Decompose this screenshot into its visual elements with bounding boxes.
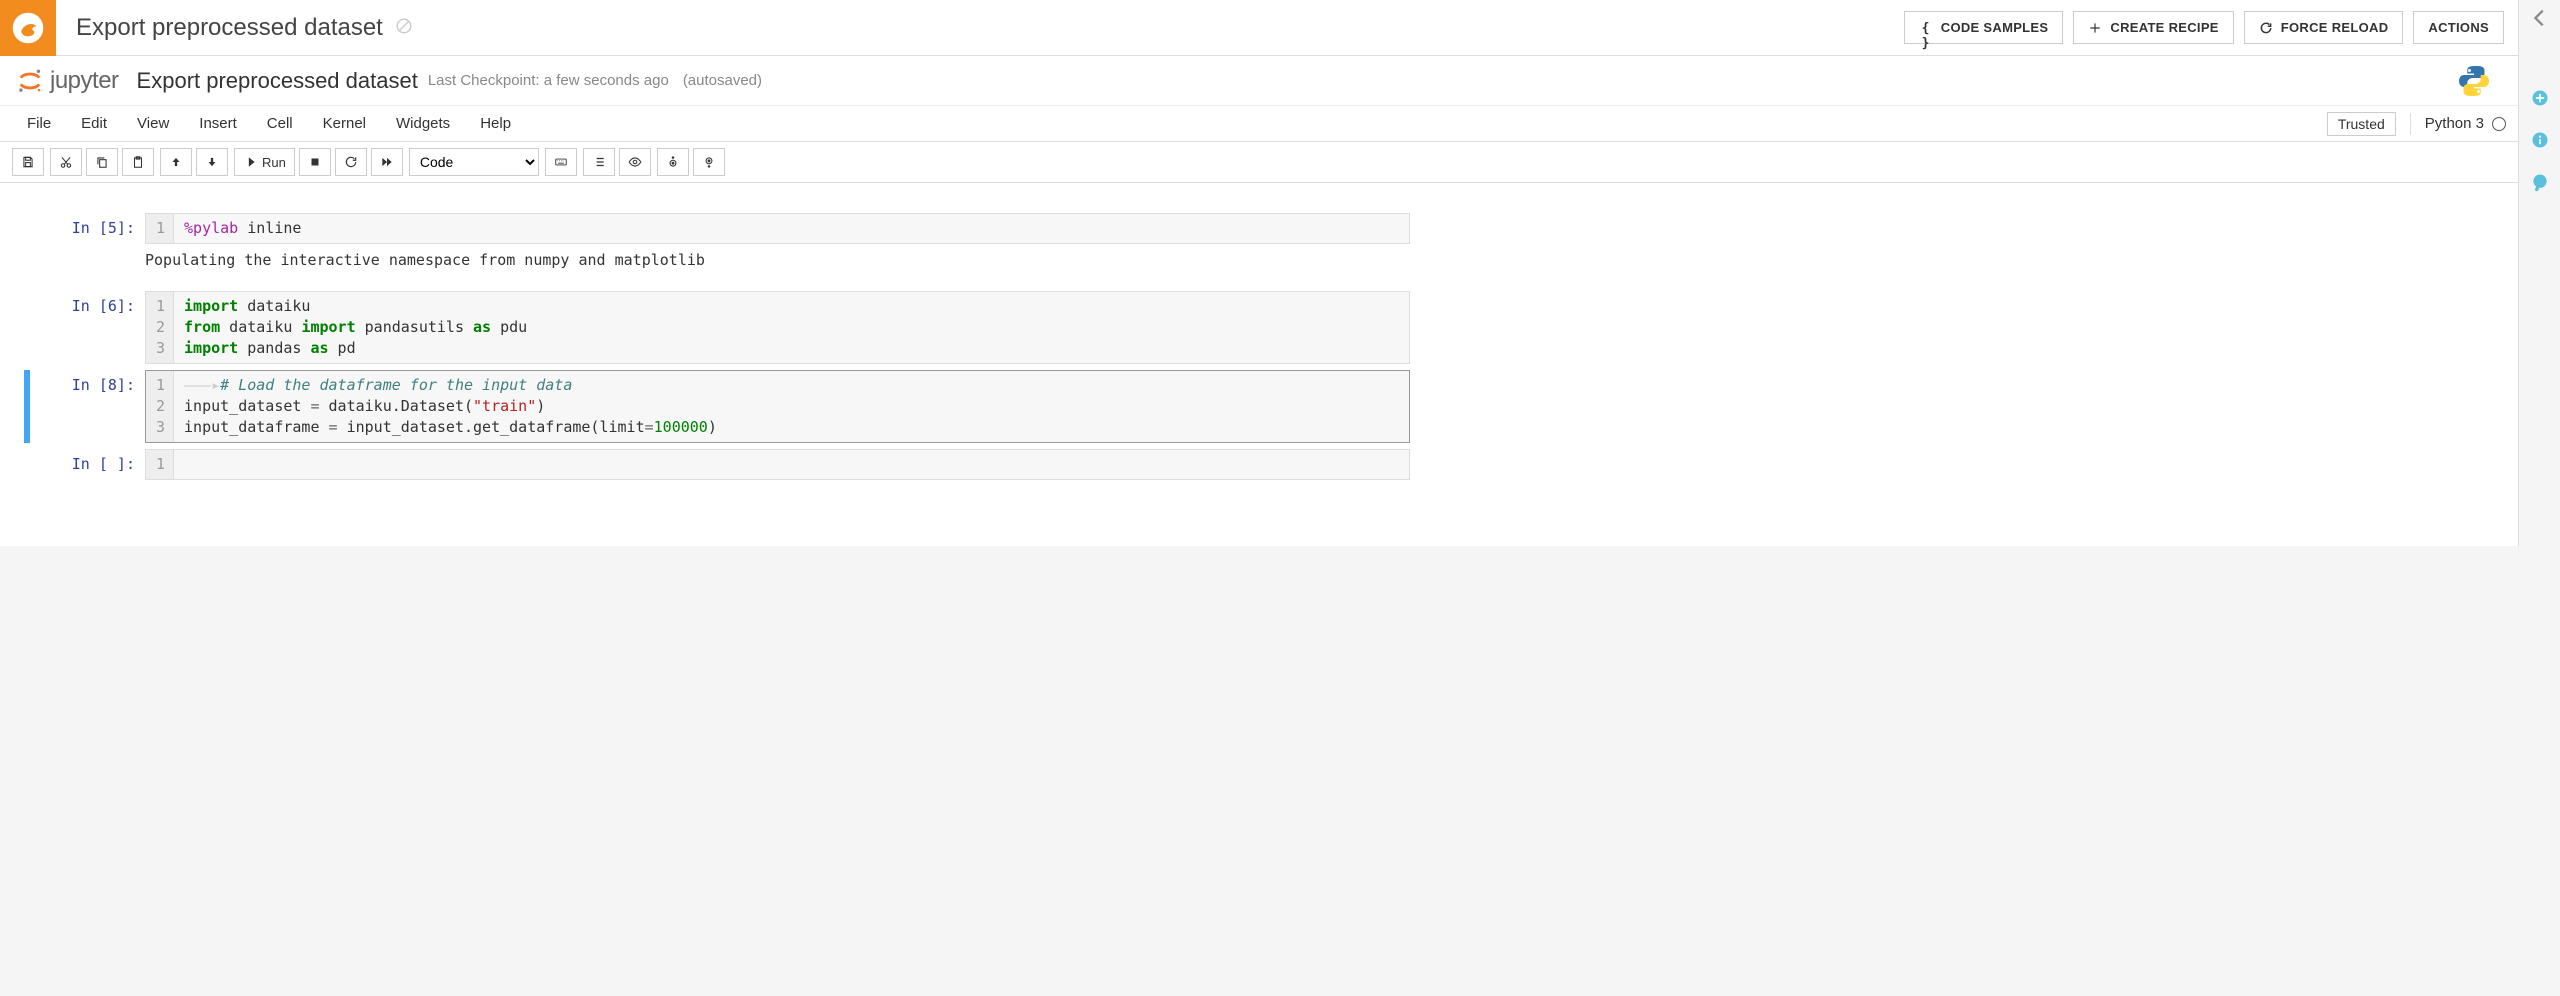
interrupt-button[interactable]: [299, 148, 331, 176]
stop-icon: [308, 155, 322, 169]
actions-button[interactable]: ACTIONS: [2413, 11, 2504, 44]
paste-button[interactable]: [122, 148, 154, 176]
menu-help[interactable]: Help: [465, 115, 526, 132]
force-reload-button[interactable]: FORCE RELOAD: [2244, 11, 2404, 44]
target-down-icon: [702, 155, 716, 169]
cell-input[interactable]: 1%pylab inline: [145, 213, 1410, 244]
insert-above-button[interactable]: [657, 148, 689, 176]
run-button[interactable]: Run: [234, 148, 295, 176]
page-title: Export preprocessed dataset: [56, 14, 413, 42]
cell-prompt: In [6]:: [30, 291, 145, 364]
run-icon: [243, 155, 257, 169]
menu-insert[interactable]: Insert: [184, 115, 252, 132]
notebook-area: In [5]:1%pylab inlinePopulating the inte…: [0, 183, 2518, 546]
code-cell[interactable]: In [6]:123import dataiku from dataiku im…: [30, 291, 1410, 364]
stale-icon: [395, 14, 413, 42]
code-samples-button[interactable]: { } CODE SAMPLES: [1904, 11, 2064, 44]
kernel-status-icon: [2492, 117, 2506, 131]
command-palette-button[interactable]: [545, 148, 577, 176]
jupyter-mark-icon: [16, 67, 44, 95]
line-gutter: 123: [146, 292, 174, 363]
menu-file[interactable]: File: [12, 115, 66, 132]
menu-cell[interactable]: Cell: [252, 115, 308, 132]
menu-edit[interactable]: Edit: [66, 115, 122, 132]
back-arrow-icon[interactable]: [2528, 6, 2552, 30]
restart-icon: [344, 155, 358, 169]
cell-input[interactable]: 1: [145, 449, 1410, 480]
create-recipe-button[interactable]: CREATE RECIPE: [2073, 11, 2233, 44]
list-icon: [592, 155, 606, 169]
jupyter-logo[interactable]: jupyter: [16, 67, 119, 95]
eye-icon: [628, 155, 642, 169]
cell-prompt: In [8]:: [30, 370, 145, 443]
code-content[interactable]: %pylab inline: [174, 214, 1409, 243]
copy-icon: [95, 155, 109, 169]
plus-icon: [2088, 21, 2102, 35]
kernel-name: Python 3: [2425, 115, 2484, 132]
keyboard-icon: [554, 155, 568, 169]
add-circle-icon[interactable]: [2528, 86, 2552, 110]
code-content[interactable]: [174, 450, 1409, 479]
celltype-select[interactable]: Code: [409, 148, 539, 176]
code-cell[interactable]: In [ ]:1: [30, 449, 1410, 480]
kernel-indicator[interactable]: Python 3: [2410, 113, 2506, 135]
python-icon: [2456, 63, 2492, 99]
menu-widgets[interactable]: Widgets: [381, 115, 465, 132]
move-down-button[interactable]: [196, 148, 228, 176]
cell-input[interactable]: 123———▸# Load the dataframe for the inpu…: [145, 370, 1410, 443]
cut-button[interactable]: [50, 148, 82, 176]
menu-bar: File Edit View Insert Cell Kernel Widget…: [0, 106, 2518, 142]
info-circle-icon[interactable]: [2528, 128, 2552, 152]
code-cell[interactable]: In [8]:123———▸# Load the dataframe for t…: [30, 370, 1410, 443]
notebook-title[interactable]: Export preprocessed dataset: [137, 68, 418, 94]
chat-circle-icon[interactable]: [2528, 170, 2552, 194]
restart-button[interactable]: [335, 148, 367, 176]
checkpoint-text: Last Checkpoint: a few seconds ago: [428, 72, 669, 89]
code-content[interactable]: import dataiku from dataiku import panda…: [174, 292, 1409, 363]
cell-output: Populating the interactive namespace fro…: [145, 244, 1410, 285]
reload-icon: [2259, 21, 2273, 35]
trusted-indicator[interactable]: Trusted: [2327, 112, 2396, 136]
line-gutter: 123: [146, 371, 174, 442]
cell-input[interactable]: 123import dataiku from dataiku import pa…: [145, 291, 1410, 364]
fast-forward-icon: [380, 155, 394, 169]
insert-below-button[interactable]: [693, 148, 725, 176]
cell-prompt: In [ ]:: [30, 449, 145, 480]
cell-prompt: In [5]:: [30, 213, 145, 285]
move-up-button[interactable]: [160, 148, 192, 176]
menu-view[interactable]: View: [122, 115, 184, 132]
braces-icon: { }: [1919, 21, 1933, 35]
cut-icon: [59, 155, 73, 169]
restart-run-button[interactable]: [371, 148, 403, 176]
right-rail: [2518, 0, 2560, 546]
save-icon: [21, 155, 35, 169]
toolbar: Run Code: [0, 142, 2518, 183]
jupyter-wordmark: jupyter: [50, 67, 119, 95]
save-button[interactable]: [12, 148, 44, 176]
menu-kernel[interactable]: Kernel: [308, 115, 381, 132]
line-gutter: 1: [146, 450, 174, 479]
variable-inspector-button[interactable]: [619, 148, 651, 176]
header-actions: { } CODE SAMPLES CREATE RECIPE FORCE REL…: [1904, 11, 2518, 44]
cell-toolbar-button[interactable]: [583, 148, 615, 176]
code-cell[interactable]: In [5]:1%pylab inlinePopulating the inte…: [30, 213, 1410, 285]
arrow-up-icon: [169, 155, 183, 169]
autosaved-text: (autosaved): [683, 72, 762, 89]
paste-icon: [131, 155, 145, 169]
copy-button[interactable]: [86, 148, 118, 176]
jupyter-header: jupyter Export preprocessed dataset Last…: [0, 56, 2518, 106]
app-header: Export preprocessed dataset { } CODE SAM…: [0, 0, 2518, 56]
arrow-down-icon: [205, 155, 219, 169]
bird-icon: [11, 11, 45, 45]
code-content[interactable]: ———▸# Load the dataframe for the input d…: [174, 371, 1409, 442]
app-logo[interactable]: [0, 0, 56, 56]
target-up-icon: [666, 155, 680, 169]
line-gutter: 1: [146, 214, 174, 243]
